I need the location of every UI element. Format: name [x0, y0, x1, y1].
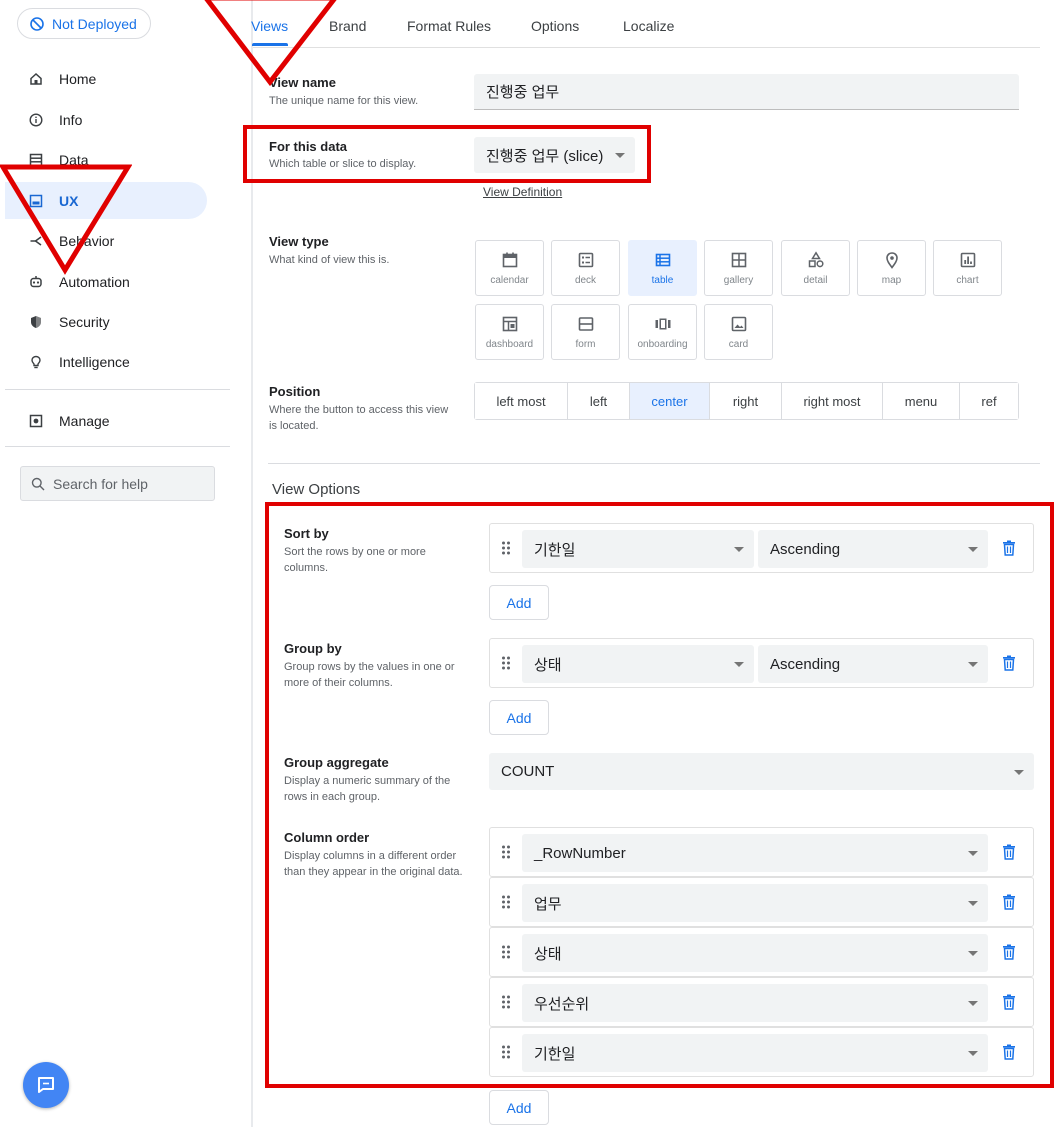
sidebar-item-label: Info	[59, 111, 83, 128]
view-type-gallery[interactable]: gallery	[704, 240, 773, 296]
shield-icon	[28, 314, 44, 330]
view-type-label-text: chart	[956, 274, 979, 286]
tab-localize[interactable]: Localize	[623, 18, 674, 34]
view-options-title: View Options	[272, 481, 361, 498]
chat-icon	[38, 1077, 54, 1093]
view-type-chart[interactable]: chart	[933, 240, 1002, 296]
manage-icon	[28, 413, 44, 429]
sidebar-item-manage[interactable]: Manage	[5, 402, 207, 439]
home-icon	[28, 71, 44, 87]
sidebar-divider	[5, 389, 230, 390]
highlight-box-view-options	[265, 502, 1054, 1088]
view-type-dashboard[interactable]: dashboard	[475, 304, 544, 360]
sidebar-divider	[5, 446, 230, 447]
editor-tabs: Views Brand Format Rules Options Localiz…	[251, 0, 1040, 48]
position-ref[interactable]: ref	[960, 383, 1018, 419]
form-icon	[578, 316, 593, 331]
sidebar-item-label: Home	[59, 70, 97, 87]
view-definition-link[interactable]: View Definition	[483, 185, 562, 199]
annotation-arrow-views-tab	[204, 0, 337, 86]
map-pin-icon	[885, 251, 898, 269]
view-name-value: 진행중 업무	[486, 84, 560, 101]
view-type-label: View type	[269, 234, 329, 249]
view-type-map[interactable]: map	[857, 240, 926, 296]
view-type-onboarding[interactable]: onboarding	[628, 304, 697, 360]
sidebar-item-info[interactable]: Info	[5, 101, 207, 138]
position-label: Position	[269, 384, 321, 399]
sidebar-item-label: Intelligence	[59, 353, 130, 370]
view-type-label-text: calendar	[490, 274, 529, 286]
view-type-form[interactable]: form	[551, 304, 620, 360]
deploy-status-button[interactable]: Not Deployed	[17, 8, 151, 39]
annotation-arrow-ux-item	[0, 164, 132, 275]
view-type-label-text: dashboard	[485, 338, 534, 350]
view-type-label-text: map	[881, 274, 902, 286]
view-type-detail[interactable]: detail	[781, 240, 850, 296]
lightbulb-icon	[28, 354, 44, 370]
position-center[interactable]: center	[630, 383, 710, 419]
calendar-icon	[502, 252, 517, 267]
section-divider	[268, 463, 1040, 464]
position-right[interactable]: right	[710, 383, 782, 419]
sidebar-item-home[interactable]: Home	[5, 60, 207, 97]
help-search-placeholder: Search for help	[53, 475, 148, 492]
sidebar-item-intelligence[interactable]: Intelligence	[5, 343, 207, 380]
search-icon	[31, 477, 45, 490]
position-menu[interactable]: menu	[883, 383, 960, 419]
view-type-table[interactable]: table	[628, 240, 697, 296]
view-type-label-text: card	[728, 338, 749, 350]
deck-icon	[578, 252, 593, 267]
tab-options[interactable]: Options	[531, 18, 579, 34]
position-help: Where the button to access this view is …	[269, 404, 449, 432]
image-icon	[731, 316, 746, 331]
chart-icon	[960, 252, 975, 267]
chat-button[interactable]	[23, 1062, 69, 1108]
view-name-help: The unique name for this view.	[269, 95, 419, 107]
help-search-input[interactable]: Search for help	[20, 466, 215, 501]
column-order-add-button[interactable]: Add	[489, 1090, 549, 1125]
position-toggle-group: left most left center right right most m…	[474, 382, 1019, 420]
shapes-icon	[808, 250, 824, 267]
table-icon	[655, 253, 670, 266]
position-left[interactable]: left	[568, 383, 630, 419]
dashboard-icon	[502, 316, 517, 331]
deploy-status-label: Not Deployed	[52, 15, 137, 32]
position-left-most[interactable]: left most	[475, 383, 568, 419]
view-type-label-text: gallery	[723, 274, 754, 286]
view-type-label-text: onboarding	[637, 338, 688, 350]
view-name-input[interactable]: 진행중 업무	[474, 74, 1019, 110]
view-type-label-text: form	[575, 338, 596, 350]
view-type-label-text: deck	[574, 274, 597, 286]
view-type-label-text: table	[651, 274, 674, 286]
sidebar-item-label: Manage	[59, 412, 110, 429]
sidebar-item-security[interactable]: Security	[5, 303, 207, 340]
highlight-box-for-this-data	[243, 125, 651, 183]
tab-format-rules[interactable]: Format Rules	[407, 18, 491, 34]
gallery-icon	[731, 252, 746, 267]
view-type-deck[interactable]: deck	[551, 240, 620, 296]
not-deployed-icon	[30, 16, 44, 31]
info-icon	[28, 112, 44, 128]
view-type-card[interactable]: card	[704, 304, 773, 360]
onboarding-icon	[655, 318, 670, 329]
view-type-label-text: detail	[803, 274, 828, 286]
position-right-most[interactable]: right most	[782, 383, 883, 419]
view-type-calendar[interactable]: calendar	[475, 240, 544, 296]
sidebar-item-label: Security	[59, 313, 110, 330]
view-type-help: What kind of view this is.	[269, 254, 390, 266]
